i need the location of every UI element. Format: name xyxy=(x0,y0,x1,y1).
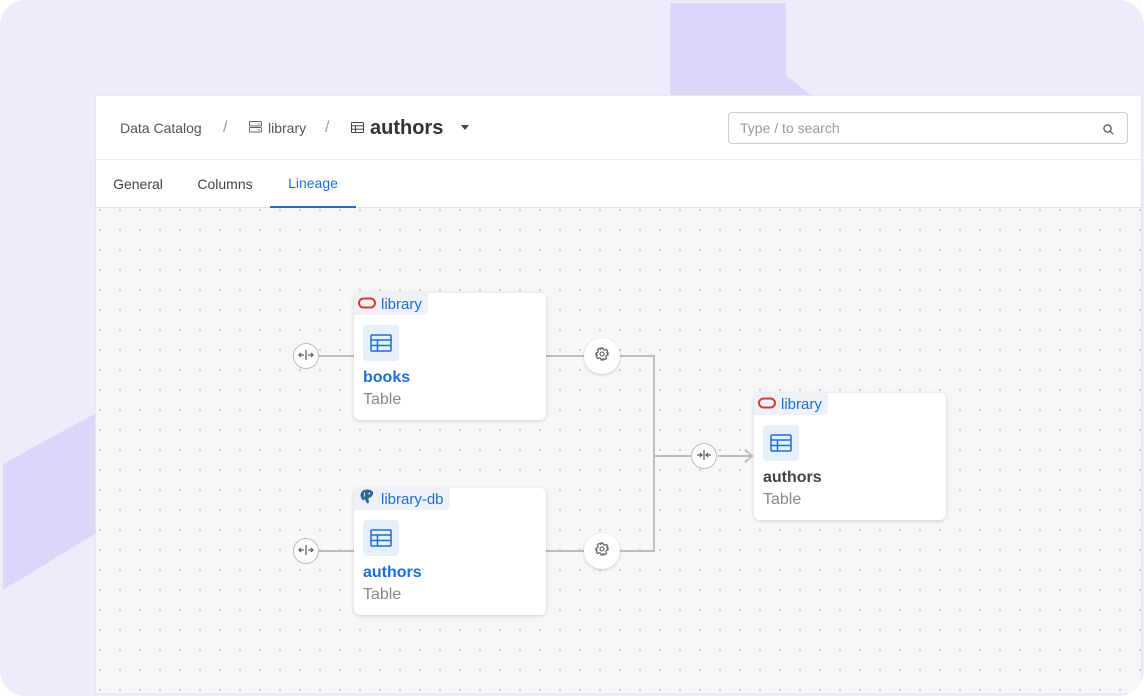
table-icon xyxy=(363,520,399,556)
breadcrumb-root-label: Data Catalog xyxy=(120,120,202,136)
tab-lineage[interactable]: Lineage xyxy=(270,160,356,208)
background-decoration xyxy=(670,3,786,103)
node-type: Table xyxy=(363,391,402,408)
tab-columns[interactable]: Columns xyxy=(182,160,268,208)
background-decoration xyxy=(3,412,98,590)
lineage-node[interactable]: library books Table xyxy=(354,293,546,420)
node-name: authors xyxy=(763,469,822,486)
breadcrumb-database[interactable]: library xyxy=(249,96,306,160)
transformation-button[interactable] xyxy=(584,533,620,569)
table-icon xyxy=(351,120,364,136)
transformation-button[interactable] xyxy=(584,338,620,374)
collapse-horizontal-icon xyxy=(696,447,712,465)
app-frame: Data Catalog / library / authors Type / … xyxy=(0,0,1144,696)
expand-horizontal-icon xyxy=(298,347,314,365)
breadcrumb-data-catalog[interactable]: Data Catalog xyxy=(120,96,202,160)
gear-icon xyxy=(595,346,609,366)
expand-upstream-button[interactable] xyxy=(293,343,319,369)
node-source-label: library-db xyxy=(381,490,444,508)
node-type: Table xyxy=(763,491,802,508)
lineage-node-current[interactable]: library authors Table xyxy=(754,393,946,520)
header: Data Catalog / library / authors xyxy=(96,96,1141,160)
breadcrumb-current[interactable]: authors xyxy=(351,96,443,160)
lineage-node[interactable]: library-db authors Table xyxy=(354,488,546,615)
breadcrumb-database-label: library xyxy=(268,120,307,136)
postgresql-icon xyxy=(358,488,381,510)
node-source-badge[interactable]: library xyxy=(754,393,828,415)
search-input[interactable] xyxy=(728,112,1128,144)
lineage-edges xyxy=(319,355,754,552)
breadcrumb-separator: / xyxy=(325,119,330,136)
table-icon xyxy=(363,325,399,361)
gear-icon xyxy=(595,541,609,561)
catalog-panel: Data Catalog / library / authors Type / … xyxy=(96,96,1141,693)
search-icon[interactable] xyxy=(1103,122,1114,140)
expand-horizontal-icon xyxy=(298,542,314,560)
node-source-badge[interactable]: library xyxy=(354,293,428,315)
node-source-label: library xyxy=(781,395,822,413)
node-source-badge[interactable]: library-db xyxy=(354,488,450,510)
tab-general[interactable]: General xyxy=(96,160,180,208)
oracle-icon xyxy=(358,296,381,313)
expand-upstream-button[interactable] xyxy=(293,538,319,564)
database-icon xyxy=(249,120,262,136)
breadcrumb-separator: / xyxy=(223,119,228,136)
node-name[interactable]: books xyxy=(363,369,410,387)
page-title: authors xyxy=(370,116,444,139)
collapse-lineage-button[interactable] xyxy=(691,443,717,469)
tab-bar: General Columns Lineage xyxy=(96,160,1141,208)
node-name[interactable]: authors xyxy=(363,564,422,582)
chevron-down-icon[interactable] xyxy=(461,125,469,130)
node-source-label: library xyxy=(381,295,422,313)
oracle-icon xyxy=(758,396,781,413)
node-type: Table xyxy=(363,586,402,603)
edge-merge xyxy=(618,355,655,552)
table-icon xyxy=(763,425,799,461)
lineage-canvas[interactable]: library books Table library-db authors T… xyxy=(96,208,1141,693)
arrow-head xyxy=(744,449,754,463)
